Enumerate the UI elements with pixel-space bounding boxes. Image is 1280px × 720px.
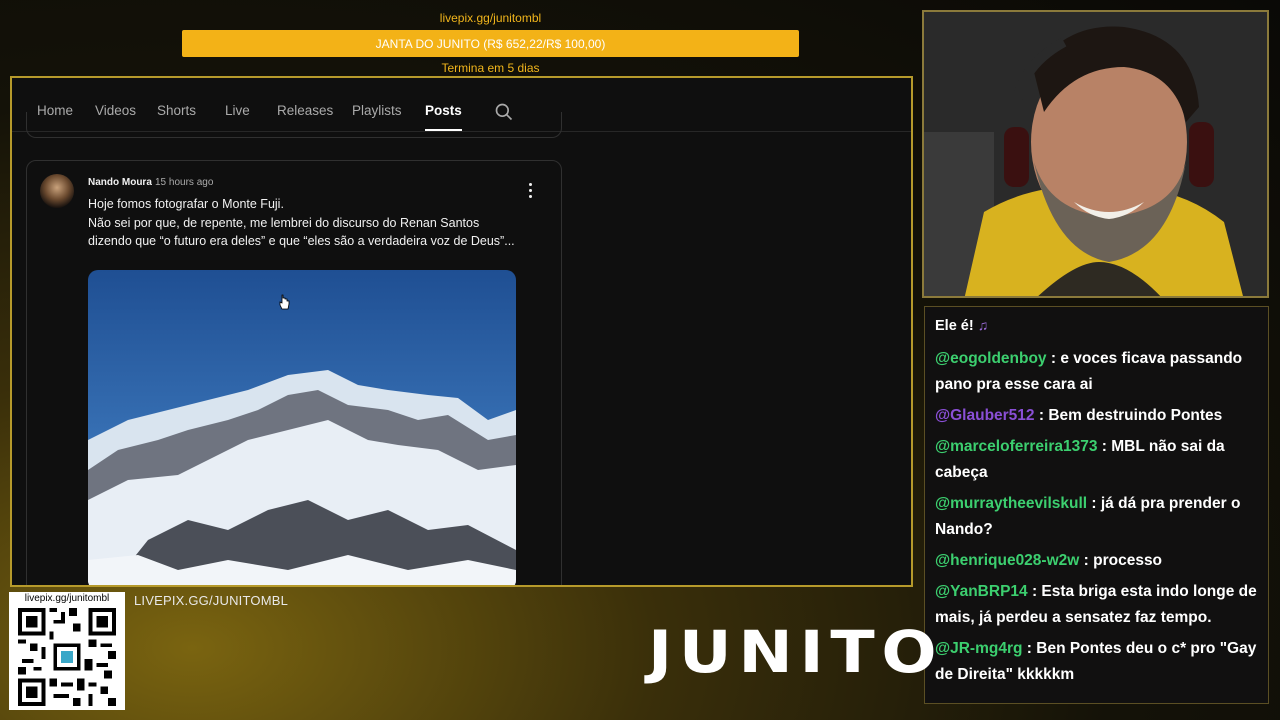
goal-label: JANTA DO JUNITO (R$ 652,22/R$ 100,00) xyxy=(375,36,606,51)
chat-message: @Glauber512 : Bem destruindo Pontes xyxy=(935,407,1223,424)
qr-url: livepix.gg/junitombl xyxy=(24,593,110,604)
webcam-feed xyxy=(922,10,1269,298)
goal-url: livepix.gg/junitombl xyxy=(439,11,542,25)
avatar[interactable] xyxy=(40,174,74,208)
chat-message: @henrique028-w2w : processo xyxy=(935,552,1163,569)
qr-code xyxy=(18,608,116,706)
post-time[interactable]: 15 hours ago xyxy=(155,177,213,188)
livepix-caption: LIVEPIX.GG/JUNITOMBL xyxy=(134,593,289,608)
chat-message: @eogoldenboy : e voces ficava passando p… xyxy=(935,350,1243,393)
junito-logo: JUNITO xyxy=(648,618,944,686)
live-chat: Ele é! ♫ @eogoldenboy : e voces ficava p… xyxy=(924,306,1269,704)
chat-message: @YanBRP14 : Esta briga esta indo longe d… xyxy=(935,583,1257,626)
chat-message: @marceloferreira1373 : MBL não sai da ca… xyxy=(935,438,1225,481)
chat-previous-message: Ele é! ♫ xyxy=(935,317,989,334)
chat-message: @murraytheevilskull : já dá pra prender … xyxy=(935,495,1241,538)
post-image[interactable] xyxy=(88,270,516,585)
qr-code-panel: livepix.gg/junitombl xyxy=(9,592,125,710)
more-options-icon[interactable] xyxy=(527,183,533,199)
mouse-cursor-icon xyxy=(279,294,290,310)
previous-post-card xyxy=(26,112,562,138)
goal-progress-bar: JANTA DO JUNITO (R$ 652,22/R$ 100,00) xyxy=(182,30,799,57)
post-text: Hoje fomos fotografar o Monte Fuji. Não … xyxy=(88,197,515,248)
chat-message: @JR-mg4rg : Ben Pontes deu o c* pro "Gay… xyxy=(935,640,1257,683)
music-note-icon: ♫ xyxy=(977,317,989,333)
goal-deadline: Termina em 5 dias xyxy=(441,61,540,75)
browser-capture: Home Videos Shorts Live Releases Playlis… xyxy=(10,76,913,587)
post-author[interactable]: Nando Moura xyxy=(88,177,152,188)
